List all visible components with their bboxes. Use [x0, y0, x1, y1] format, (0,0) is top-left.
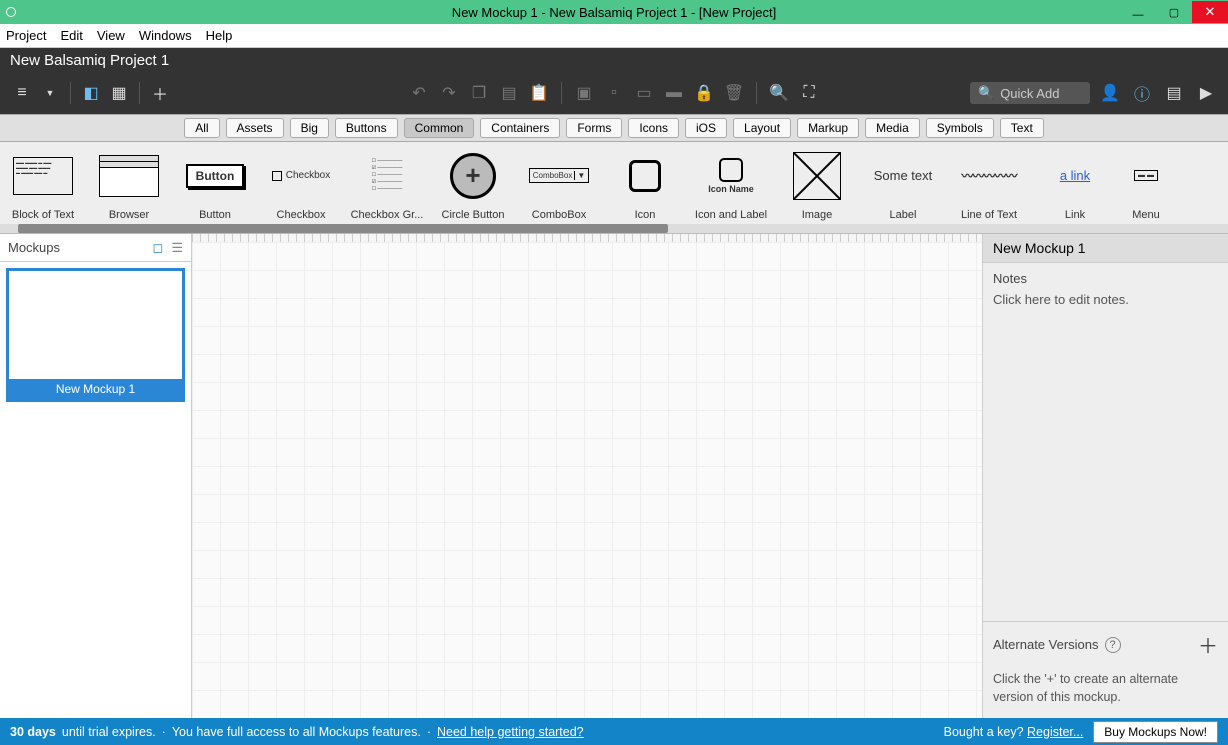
buy-button[interactable]: Buy Mockups Now! [1093, 721, 1218, 743]
quick-add-placeholder: Quick Add [1000, 86, 1059, 101]
lib-icon[interactable]: Icon [602, 142, 688, 233]
menu-view[interactable]: View [97, 28, 125, 43]
window-minimize-button[interactable] [1120, 1, 1156, 23]
menu-edit[interactable]: Edit [60, 28, 82, 43]
panel-layout-2-icon[interactable]: ▦ [107, 81, 131, 105]
cat-ios[interactable]: iOS [685, 118, 727, 138]
info-icon[interactable]: ⓘ [1130, 81, 1154, 105]
lib-label[interactable]: Some textLabel [860, 142, 946, 233]
ungroup-icon[interactable]: ▫ [602, 81, 626, 105]
cat-icons[interactable]: Icons [628, 118, 679, 138]
mockups-panel-title: Mockups [8, 240, 60, 255]
main-toolbar: ≡ ▼ ◧ ▦ ＋ ↶ ↷ ❐ ▤ 📋 ▣ ▫ ▭ ▬ 🔒 🗑 🔍 ⛶ 🔍 Qu… [0, 72, 1228, 114]
zoom-icon[interactable]: 🔍 [767, 81, 791, 105]
lib-link[interactable]: a linkLink [1032, 142, 1118, 233]
paste-icon[interactable]: ▤ [497, 81, 521, 105]
cat-all[interactable]: All [184, 118, 219, 138]
divider [756, 82, 757, 104]
cat-layout[interactable]: Layout [733, 118, 791, 138]
cat-containers[interactable]: Containers [480, 118, 560, 138]
search-icon: 🔍 [978, 85, 994, 101]
library-scrollbar[interactable] [0, 224, 1228, 234]
cat-buttons[interactable]: Buttons [335, 118, 398, 138]
project-bar: New Balsamiq Project 1 [0, 48, 1228, 72]
project-name: New Balsamiq Project 1 [10, 52, 169, 69]
panel-view-icon[interactable]: ◻ [153, 240, 164, 256]
lib-browser[interactable]: Browser [86, 142, 172, 233]
properties-panel: New Mockup 1 Notes Click here to edit no… [982, 234, 1228, 718]
window-maximize-button[interactable]: ▢ [1156, 1, 1192, 23]
properties-title: New Mockup 1 [983, 234, 1228, 263]
menu-project[interactable]: Project [6, 28, 46, 43]
list-icon[interactable]: ▤ [1162, 81, 1186, 105]
bought-key-text: Bought a key? [944, 725, 1024, 739]
ui-library: ▬▬ ▬▬▬ ▬ ▬▬▬▬▬ ▬▬ ▬▬▬▬ ▬▬▬ ▬▬ ▬Block of … [0, 142, 1228, 234]
fit-icon[interactable]: ⛶ [797, 81, 821, 105]
category-tabs: All Assets Big Buttons Common Containers… [0, 114, 1228, 142]
lib-checkbox-group[interactable]: ☐ —————☑ —————☐ —————☑ —————☐ —————Check… [344, 142, 430, 233]
lib-checkbox[interactable]: CheckboxCheckbox [258, 142, 344, 233]
canvas-area[interactable]: New Mockup 1 Notes Click here to edit no… [192, 234, 1228, 718]
lib-menu[interactable]: ▬ ▬Menu [1118, 142, 1174, 233]
lock-icon[interactable]: 🔒 [692, 81, 716, 105]
divider [70, 82, 71, 104]
window-titlebar: New Mockup 1 - New Balsamiq Project 1 - … [0, 0, 1228, 24]
cat-text[interactable]: Text [1000, 118, 1044, 138]
window-close-button[interactable]: ✕ [1192, 1, 1228, 23]
play-icon[interactable]: ▶ [1194, 81, 1218, 105]
register-link[interactable]: Register... [1027, 725, 1083, 739]
mockup-thumbnail[interactable]: New Mockup 1 [6, 268, 185, 402]
add-alternate-icon[interactable]: ＋ [1198, 630, 1218, 659]
cat-forms[interactable]: Forms [566, 118, 622, 138]
quick-add-search[interactable]: 🔍 Quick Add [970, 82, 1090, 104]
panel-layout-1-icon[interactable]: ◧ [79, 81, 103, 105]
mockup-thumb-name: New Mockup 1 [9, 379, 182, 399]
menu-icon[interactable]: ≡ [10, 81, 34, 105]
cat-big[interactable]: Big [290, 118, 329, 138]
mockups-panel: Mockups ◻ ☰ New Mockup 1 [0, 234, 192, 718]
lib-line-of-text[interactable]: 〰〰〰〰〰Line of Text [946, 142, 1032, 233]
trial-msg1: until trial expires. [62, 725, 156, 739]
canvas-grid[interactable] [192, 242, 988, 718]
cat-common[interactable]: Common [404, 118, 475, 138]
cat-media[interactable]: Media [865, 118, 920, 138]
lib-icon-label[interactable]: Icon NameIcon and Label [688, 142, 774, 233]
app-icon [6, 7, 16, 17]
alternate-versions-header: Alternate Versions [993, 637, 1099, 652]
alternate-versions-text: Click the '+' to create an alternate ver… [983, 667, 1228, 718]
user-icon[interactable]: 👤 [1098, 81, 1122, 105]
menu-bar: Project Edit View Windows Help [0, 24, 1228, 48]
notes-header: Notes [983, 263, 1228, 288]
dropdown-icon[interactable]: ▼ [38, 81, 62, 105]
menu-windows[interactable]: Windows [139, 28, 192, 43]
lib-image[interactable]: Image [774, 142, 860, 233]
front-icon[interactable]: ▭ [632, 81, 656, 105]
undo-icon[interactable]: ↶ [407, 81, 431, 105]
lib-circle-button[interactable]: +Circle Button [430, 142, 516, 233]
add-icon[interactable]: ＋ [148, 81, 172, 105]
panel-list-icon[interactable]: ☰ [171, 240, 183, 256]
notes-text[interactable]: Click here to edit notes. [983, 288, 1228, 311]
back-icon[interactable]: ▬ [662, 81, 686, 105]
copy-icon[interactable]: ❐ [467, 81, 491, 105]
cat-symbols[interactable]: Symbols [926, 118, 994, 138]
divider [561, 82, 562, 104]
trial-msg2: You have full access to all Mockups feat… [172, 725, 421, 739]
lib-button[interactable]: ButtonButton [172, 142, 258, 233]
redo-icon[interactable]: ↷ [437, 81, 461, 105]
window-title: New Mockup 1 - New Balsamiq Project 1 - … [452, 5, 776, 20]
lib-block-of-text[interactable]: ▬▬ ▬▬▬ ▬ ▬▬▬▬▬ ▬▬ ▬▬▬▬ ▬▬▬ ▬▬ ▬Block of … [0, 142, 86, 233]
trash-icon[interactable]: 🗑 [722, 81, 746, 105]
group-icon[interactable]: ▣ [572, 81, 596, 105]
clipboard-icon[interactable]: 📋 [527, 81, 551, 105]
menu-help[interactable]: Help [206, 28, 233, 43]
help-link[interactable]: Need help getting started? [437, 725, 584, 739]
trial-bar: 30 days until trial expires. · You have … [0, 718, 1228, 745]
cat-assets[interactable]: Assets [226, 118, 284, 138]
cat-markup[interactable]: Markup [797, 118, 859, 138]
lib-combobox[interactable]: ComboBox▼ComboBox [516, 142, 602, 233]
help-icon[interactable]: ? [1105, 637, 1121, 653]
divider [139, 82, 140, 104]
trial-days: 30 days [10, 725, 56, 739]
